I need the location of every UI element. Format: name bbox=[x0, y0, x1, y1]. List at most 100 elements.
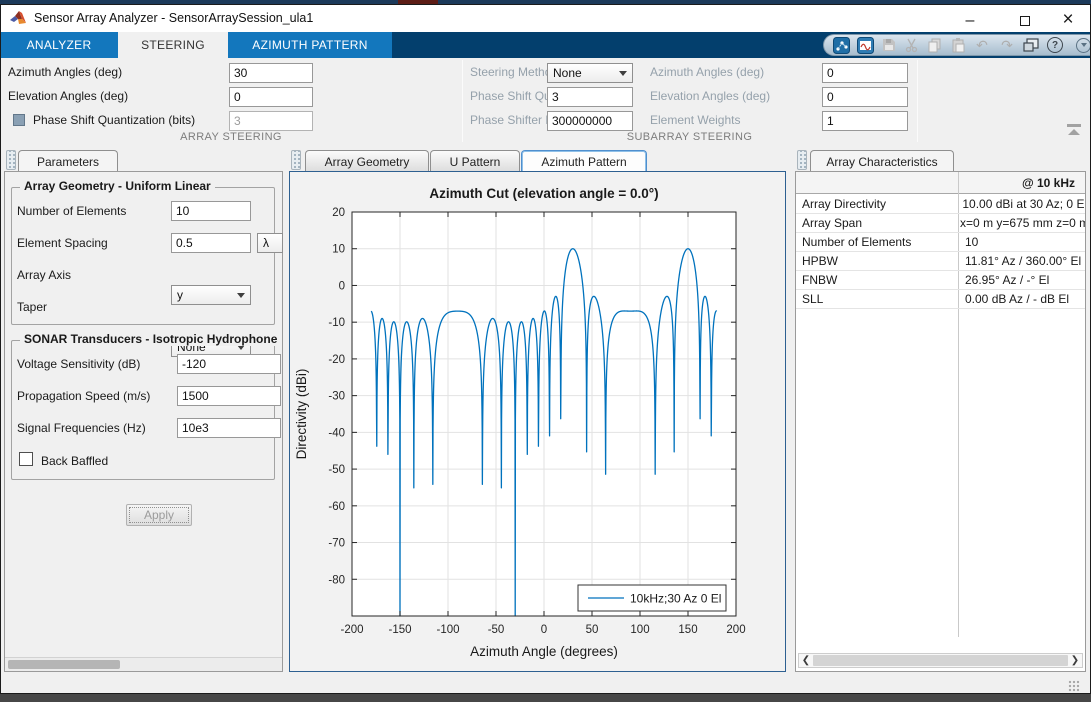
characteristics-hscrollbar[interactable]: ❮ ❯ bbox=[798, 653, 1083, 668]
characteristics-table: Array Directivity 10.00 dBi at 30 Az; 0 … bbox=[796, 195, 1085, 309]
array-axis-value: y bbox=[177, 288, 183, 302]
parameters-hscrollbar[interactable] bbox=[5, 657, 282, 671]
redo-icon[interactable]: ↷ bbox=[998, 37, 1016, 54]
paste-icon[interactable] bbox=[950, 37, 966, 53]
save-icon[interactable] bbox=[881, 37, 897, 53]
pattern-plot-icon[interactable] bbox=[857, 37, 874, 54]
steering-method-dropdown[interactable]: None bbox=[547, 63, 633, 83]
row-value: 11.81° Az / 360.00° El bbox=[958, 252, 1081, 270]
table-row: Array Directivity 10.00 dBi at 30 Az; 0 … bbox=[796, 195, 1085, 214]
subarray-elevation-label: Elevation Angles (deg) bbox=[650, 86, 770, 106]
qat-more-dropdown-icon[interactable] bbox=[1076, 38, 1091, 53]
help-icon[interactable]: ? bbox=[1047, 37, 1063, 53]
table-row: FNBW 26.95° Az / -° El bbox=[796, 271, 1085, 290]
table-row: SLL 0.00 dB Az / - dB El bbox=[796, 290, 1085, 309]
phase-shift-quantization-checkbox[interactable] bbox=[13, 114, 25, 126]
characteristics-hscrollbar-thumb[interactable] bbox=[813, 655, 1068, 666]
subarray-quant-input[interactable] bbox=[547, 87, 633, 107]
svg-text:-100: -100 bbox=[436, 624, 459, 636]
row-value: x=0 m y=675 mm z=0 m bbox=[953, 214, 1085, 232]
minimize-button[interactable]: – bbox=[955, 9, 985, 33]
quick-access-toolbar: ↶ ↷ ? bbox=[823, 34, 1091, 56]
section-separator bbox=[917, 60, 918, 142]
svg-text:50: 50 bbox=[586, 624, 599, 636]
propagation-speed-input[interactable] bbox=[177, 386, 281, 406]
svg-text:0: 0 bbox=[541, 624, 547, 636]
apply-button[interactable]: Apply bbox=[126, 504, 192, 526]
tab-u-pattern[interactable]: U Pattern bbox=[430, 150, 520, 172]
signal-frequencies-label: Signal Frequencies (Hz) bbox=[17, 418, 146, 438]
voltage-sensitivity-input[interactable] bbox=[177, 354, 281, 374]
svg-text:-60: -60 bbox=[328, 501, 345, 513]
sonar-transducers-group-title: SONAR Transducers - Isotropic Hydrophone bbox=[20, 332, 281, 346]
number-of-elements-label: Number of Elements bbox=[17, 201, 126, 221]
voltage-sensitivity-label: Voltage Sensitivity (dB) bbox=[17, 354, 140, 374]
number-of-elements-input[interactable] bbox=[171, 201, 251, 221]
undo-icon[interactable]: ↶ bbox=[973, 37, 991, 54]
svg-text:-200: -200 bbox=[340, 624, 363, 636]
back-baffled-label: Back Baffled bbox=[41, 451, 108, 471]
element-spacing-input[interactable] bbox=[171, 233, 251, 253]
svg-text:-20: -20 bbox=[328, 354, 345, 366]
subarray-elevation-input[interactable] bbox=[822, 87, 908, 107]
scroll-left-arrow-icon[interactable]: ❮ bbox=[799, 655, 813, 666]
element-spacing-label: Element Spacing bbox=[17, 233, 108, 253]
characteristics-panel-grip[interactable] bbox=[797, 150, 807, 170]
layout-icon[interactable] bbox=[1023, 37, 1040, 53]
svg-text:200: 200 bbox=[726, 624, 745, 636]
svg-text:-80: -80 bbox=[328, 574, 345, 586]
parameters-panel-grip[interactable] bbox=[6, 150, 16, 170]
tab-steering[interactable]: STEERING bbox=[118, 32, 228, 58]
svg-text:0: 0 bbox=[339, 280, 345, 292]
chevron-down-icon bbox=[619, 71, 627, 76]
svg-text:150: 150 bbox=[678, 624, 697, 636]
element-spacing-unit-value: λ bbox=[263, 236, 269, 250]
steering-method-label: Steering Method bbox=[470, 62, 558, 82]
azimuth-pattern-figure: -200-150-100-5005010015020020100-10-20-3… bbox=[289, 171, 786, 672]
plot-panel-grip[interactable] bbox=[291, 150, 301, 170]
array-geometry-icon[interactable] bbox=[833, 37, 850, 54]
characteristics-header-row: @ 10 kHz bbox=[796, 172, 1085, 194]
copy-icon[interactable] bbox=[927, 37, 943, 53]
background-bottom-strip bbox=[0, 694, 1091, 702]
element-weights-label: Element Weights bbox=[650, 110, 741, 130]
row-value: 0.00 dB Az / - dB El bbox=[958, 290, 1069, 308]
tab-azimuth-pattern-view[interactable]: Azimuth Pattern bbox=[521, 150, 647, 172]
back-baffled-checkbox[interactable] bbox=[19, 452, 33, 466]
elevation-angles-input[interactable] bbox=[229, 87, 313, 107]
resize-grip[interactable] bbox=[1068, 680, 1080, 692]
azimuth-cut-chart: -200-150-100-5005010015020020100-10-20-3… bbox=[290, 172, 785, 671]
svg-text:Azimuth Cut (elevation angle =: Azimuth Cut (elevation angle = 0.0°) bbox=[429, 186, 658, 201]
tab-array-characteristics[interactable]: Array Characteristics bbox=[810, 150, 954, 172]
collapse-toolstrip-icon[interactable] bbox=[1066, 124, 1082, 136]
signal-frequencies-input[interactable] bbox=[177, 418, 281, 438]
element-spacing-unit-dropdown[interactable]: λ bbox=[257, 233, 283, 253]
phase-shifter-frequency-input[interactable] bbox=[547, 111, 633, 131]
close-button[interactable]: × bbox=[1053, 8, 1083, 32]
element-weights-input[interactable] bbox=[822, 111, 908, 131]
steering-method-value: None bbox=[553, 66, 582, 80]
taper-label: Taper bbox=[17, 297, 47, 317]
svg-text:100: 100 bbox=[630, 624, 649, 636]
tab-analyzer[interactable]: ANALYZER bbox=[0, 32, 118, 58]
tab-parameters[interactable]: Parameters bbox=[18, 150, 118, 172]
toolstrip: Azimuth Angles (deg) Elevation Angles (d… bbox=[0, 58, 1091, 145]
row-label: FNBW bbox=[796, 271, 958, 289]
propagation-speed-label: Propagation Speed (m/s) bbox=[17, 386, 150, 406]
svg-text:10kHz;30 Az 0 El: 10kHz;30 Az 0 El bbox=[630, 592, 721, 606]
tab-azimuth-pattern[interactable]: AZIMUTH PATTERN bbox=[228, 32, 392, 58]
row-value: 10 bbox=[958, 233, 978, 251]
svg-text:-40: -40 bbox=[328, 427, 345, 439]
array-axis-dropdown[interactable]: y bbox=[171, 285, 251, 305]
svg-text:20: 20 bbox=[332, 207, 345, 219]
parameters-hscrollbar-thumb[interactable] bbox=[8, 660, 120, 669]
svg-text:-150: -150 bbox=[388, 624, 411, 636]
cut-icon[interactable] bbox=[904, 37, 920, 53]
scroll-right-arrow-icon[interactable]: ❯ bbox=[1068, 655, 1082, 666]
subarray-azimuth-input[interactable] bbox=[822, 63, 908, 83]
tab-array-geometry[interactable]: Array Geometry bbox=[305, 150, 429, 172]
elevation-angles-label: Elevation Angles (deg) bbox=[8, 86, 128, 106]
azimuth-angles-input[interactable] bbox=[229, 63, 313, 83]
row-value: 26.95° Az / -° El bbox=[958, 271, 1049, 289]
maximize-button[interactable] bbox=[1010, 9, 1040, 33]
